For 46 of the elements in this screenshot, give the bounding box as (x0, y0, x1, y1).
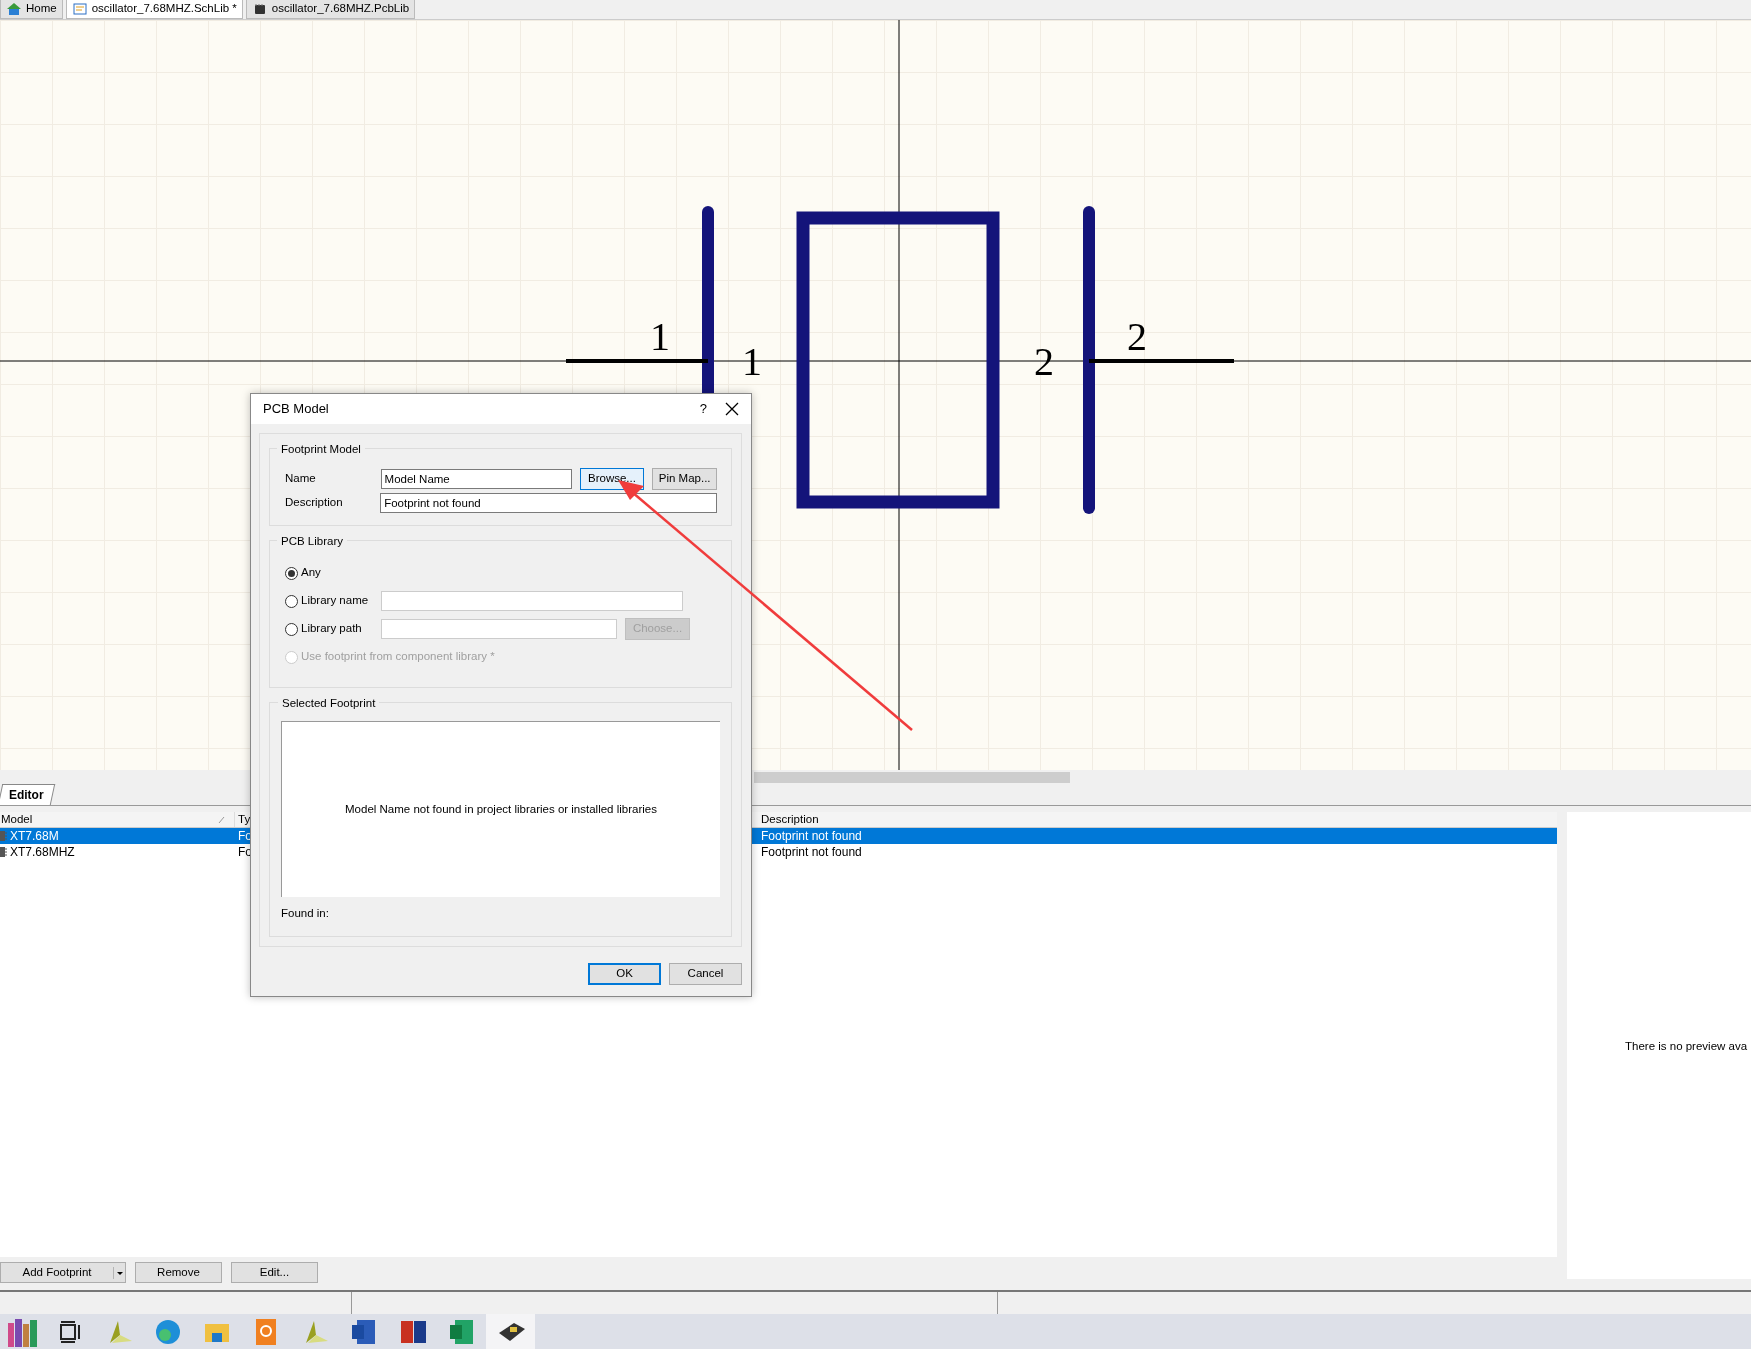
description-field[interactable]: Footprint not found (380, 493, 717, 513)
caret-icon (113, 1265, 125, 1280)
field-label: Description (285, 495, 344, 511)
table-cell-text: Footprint not found (761, 828, 863, 845)
preview-message: Model Name not found in project libraries or installed libraries (345, 801, 657, 817)
panel-button[interactable]: Edit... (231, 1262, 318, 1284)
dialog-button[interactable]: OK (588, 963, 661, 985)
house-icon (6, 1, 22, 17)
radio-button[interactable]: Library name (285, 592, 373, 610)
radio-button[interactable]: Any (285, 564, 373, 582)
radio-button[interactable]: Library path (285, 620, 373, 638)
add-footprint-button[interactable]: Add Footprint (0, 1262, 126, 1284)
table-cell-text: Footprint not found (761, 844, 863, 861)
schematic-sheet-icon (71, 1, 88, 17)
panel-tab[interactable]: Editor (0, 784, 55, 805)
sort-icon (218, 815, 226, 824)
help-button[interactable]: ? (699, 399, 707, 419)
component-icon (0, 846, 8, 858)
pin-name: 2 (1034, 339, 1054, 384)
scrollbar-thumb[interactable] (754, 772, 1070, 783)
preview-message: There is no preview ava (1625, 1039, 1748, 1054)
name-field[interactable]: Model Name (380, 469, 572, 489)
field-label: Name (285, 471, 317, 487)
pin-designator: 2 (1127, 314, 1147, 359)
dialog-button[interactable]: Cancel (669, 963, 742, 985)
table-cell-text: XT7.68M (10, 828, 59, 845)
pin-designator: 1 (650, 314, 670, 359)
library-path-field[interactable] (381, 619, 617, 639)
close-icon (725, 402, 739, 416)
document-tab[interactable]: Home (0, 0, 63, 19)
close-button[interactable] (725, 402, 739, 416)
panel-button[interactable]: Remove (135, 1262, 222, 1284)
pin-name: 1 (742, 339, 762, 384)
document-tab[interactable]: oscillator_7.68MHZ.PcbLib (245, 0, 416, 19)
document-tab[interactable]: oscillator_7.68MHZ.SchLib * (65, 0, 243, 19)
dialog-button[interactable]: Pin Map... (652, 468, 717, 490)
taskbar-button[interactable] (486, 1314, 535, 1349)
radio-button: Use footprint from component library * (285, 648, 495, 666)
column-header[interactable]: Model (1, 810, 33, 829)
dialog-button[interactable]: Browse... (579, 468, 645, 490)
library-name-field[interactable] (381, 591, 683, 611)
found-in-label: Found in: (281, 906, 330, 921)
table-cell-text: XT7.68MHZ (10, 844, 75, 861)
dialog-title: PCB Model (263, 400, 330, 419)
component-icon (0, 830, 8, 842)
column-header[interactable]: Description (761, 812, 1557, 827)
